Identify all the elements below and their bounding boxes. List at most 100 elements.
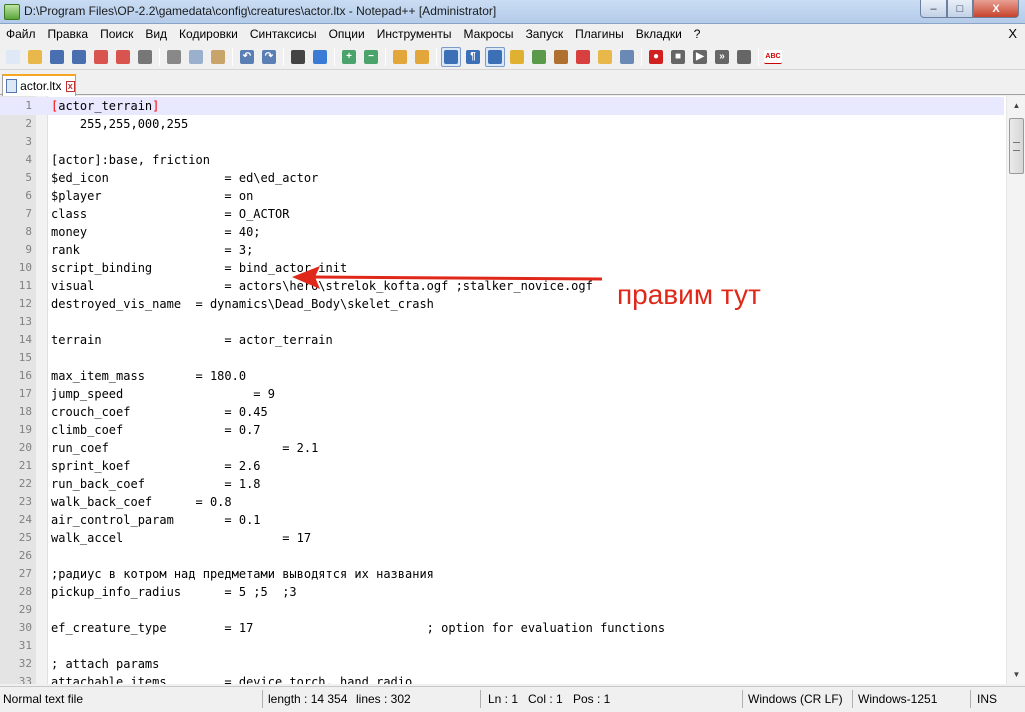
sync-vertical-button[interactable] xyxy=(390,47,410,67)
code-line[interactable]: 9 rank = 3; xyxy=(0,241,1004,259)
sync-horizontal-button[interactable] xyxy=(412,47,432,67)
close-window-button[interactable]: X xyxy=(973,0,1019,18)
maximize-button[interactable]: □ xyxy=(947,0,973,18)
close-file-button[interactable] xyxy=(91,47,111,67)
save-macro-button[interactable] xyxy=(734,47,754,67)
stop-macro-button[interactable]: ■ xyxy=(668,47,688,67)
zoom-out-button[interactable]: − xyxy=(361,47,381,67)
code-line[interactable]: 13 xyxy=(0,313,1004,331)
code-line[interactable]: 7 class = O_ACTOR xyxy=(0,205,1004,223)
play-multiple-button[interactable]: » xyxy=(712,47,732,67)
spellcheck-icon: ABC xyxy=(764,49,782,64)
line-text: [actor_terrain] xyxy=(51,99,159,113)
editor-area[interactable]: 1 [actor_terrain] 2 255,255,000,255 3 4 [acto… xyxy=(0,96,1025,684)
spellcheck-button[interactable]: ABC xyxy=(763,47,783,67)
code-line[interactable]: 33 attachable_items = device_torch, hand_… xyxy=(0,673,1004,684)
menu-item[interactable]: Правка xyxy=(42,27,95,41)
menu-item[interactable]: Опции xyxy=(323,27,371,41)
scroll-down-icon[interactable]: ▼ xyxy=(1009,667,1024,682)
code-line[interactable]: 2 255,255,000,255 xyxy=(0,115,1004,133)
copy-button[interactable] xyxy=(186,47,206,67)
document-map-button[interactable] xyxy=(529,47,549,67)
code-line[interactable]: 5 $ed_icon = ed\ed_actor xyxy=(0,169,1004,187)
code-line[interactable]: 26 xyxy=(0,547,1004,565)
undo-button[interactable]: ↶ xyxy=(237,47,257,67)
code-line[interactable]: 27 ;радиус в котром над предметами выводя… xyxy=(0,565,1004,583)
indent-guide-button[interactable] xyxy=(485,46,505,67)
code-line[interactable]: 23 walk_back_coef = 0.8 xyxy=(0,493,1004,511)
menu-item[interactable]: ? xyxy=(688,27,707,41)
menu-item[interactable]: Файл xyxy=(0,27,42,41)
code-line[interactable]: 24 air_control_param = 0.1 xyxy=(0,511,1004,529)
menu-item[interactable]: Вкладки xyxy=(630,27,688,41)
line-text: ef_creature_type = 17 ; option for evalu… xyxy=(51,621,666,635)
code-line[interactable]: 31 xyxy=(0,637,1004,655)
close-all-button[interactable] xyxy=(113,47,133,67)
show-all-chars-button[interactable]: ¶ xyxy=(463,47,483,67)
menu-item[interactable]: Вид xyxy=(139,27,173,41)
line-text: ; attach params xyxy=(51,657,160,671)
code-line[interactable]: 22 run_back_coef = 1.8 xyxy=(0,475,1004,493)
code-line[interactable]: 25 walk_accel = 17 xyxy=(0,529,1004,547)
code-line[interactable]: 12 destroyed_vis_name = dynamics\Dead_Bod… xyxy=(0,295,1004,313)
code-line[interactable]: 20 run_coef = 2.1 xyxy=(0,439,1004,457)
save-button[interactable] xyxy=(47,47,67,67)
status-insert-mode[interactable]: INS xyxy=(977,692,997,706)
tab-actor-ltx[interactable]: actor.ltx x xyxy=(2,74,76,96)
line-text: max_item_mass = 180.0 xyxy=(51,369,247,383)
find-button[interactable] xyxy=(288,47,308,67)
function-list-button[interactable] xyxy=(551,47,571,67)
code-line[interactable]: 17 jump_speed = 9 xyxy=(0,385,1004,403)
code-line[interactable]: 4 [actor]:base, friction xyxy=(0,151,1004,169)
menu-item[interactable]: Макросы xyxy=(458,27,520,41)
code-line[interactable]: 29 xyxy=(0,601,1004,619)
monitoring-button[interactable] xyxy=(617,47,637,67)
toolbar-separator xyxy=(758,47,759,66)
menu-item[interactable]: Кодировки xyxy=(173,27,244,41)
line-number: 18 xyxy=(18,405,32,418)
code-line[interactable]: 8 money = 40; xyxy=(0,223,1004,241)
record-macro-button[interactable]: ● xyxy=(646,47,666,67)
open-file-button[interactable] xyxy=(25,47,45,67)
code-line[interactable]: 18 crouch_coef = 0.45 xyxy=(0,403,1004,421)
code-line[interactable]: 32 ; attach params xyxy=(0,655,1004,673)
code-line[interactable]: 1 [actor_terrain] xyxy=(0,97,1004,115)
paste-button[interactable] xyxy=(208,47,228,67)
code-line[interactable]: 16 max_item_mass = 180.0 xyxy=(0,367,1004,385)
close-document-menu-button[interactable]: X xyxy=(1008,26,1017,41)
folder-workspace-button[interactable] xyxy=(573,47,593,67)
close-all-icon xyxy=(116,49,130,64)
scroll-up-icon[interactable]: ▲ xyxy=(1009,98,1024,113)
play-macro-button[interactable]: ▶ xyxy=(690,47,710,67)
code-line[interactable]: 21 sprint_koef = 2.6 xyxy=(0,457,1004,475)
code-line[interactable]: 3 xyxy=(0,133,1004,151)
status-pos: Pos : 1 xyxy=(573,692,611,706)
status-encoding[interactable]: Windows-1251 xyxy=(858,692,937,706)
tab-close-button[interactable]: x xyxy=(65,80,75,92)
code-line[interactable]: 19 climb_coef = 0.7 xyxy=(0,421,1004,439)
word-wrap-button[interactable] xyxy=(441,46,461,67)
code-line[interactable]: 30 ef_creature_type = 17 ; option for eva… xyxy=(0,619,1004,637)
code-line[interactable]: 15 xyxy=(0,349,1004,367)
vertical-scrollbar[interactable]: ▲ ▼ xyxy=(1006,96,1025,684)
code-line[interactable]: 14 terrain = actor_terrain xyxy=(0,331,1004,349)
cut-button[interactable] xyxy=(164,47,184,67)
menu-item[interactable]: Поиск xyxy=(94,27,139,41)
minimize-button[interactable]: – xyxy=(920,0,947,18)
status-eol[interactable]: Windows (CR LF) xyxy=(748,692,843,706)
print-button[interactable] xyxy=(135,47,155,67)
redo-button[interactable]: ↷ xyxy=(259,47,279,67)
menu-item[interactable]: Синтаксисы xyxy=(244,27,323,41)
save-all-button[interactable] xyxy=(69,47,89,67)
zoom-in-button[interactable]: + xyxy=(339,47,359,67)
new-file-button[interactable] xyxy=(3,47,23,67)
language-udl-button[interactable] xyxy=(507,47,527,67)
menu-item[interactable]: Запуск xyxy=(520,27,570,41)
menu-item[interactable]: Плагины xyxy=(569,27,630,41)
replace-button[interactable] xyxy=(310,47,330,67)
folder-button[interactable] xyxy=(595,47,615,67)
code-line[interactable]: 28 pickup_info_radius = 5 ;5 ;3 xyxy=(0,583,1004,601)
menu-item[interactable]: Инструменты xyxy=(371,27,458,41)
scrollbar-thumb[interactable] xyxy=(1009,118,1024,174)
code-line[interactable]: 6 $player = on xyxy=(0,187,1004,205)
